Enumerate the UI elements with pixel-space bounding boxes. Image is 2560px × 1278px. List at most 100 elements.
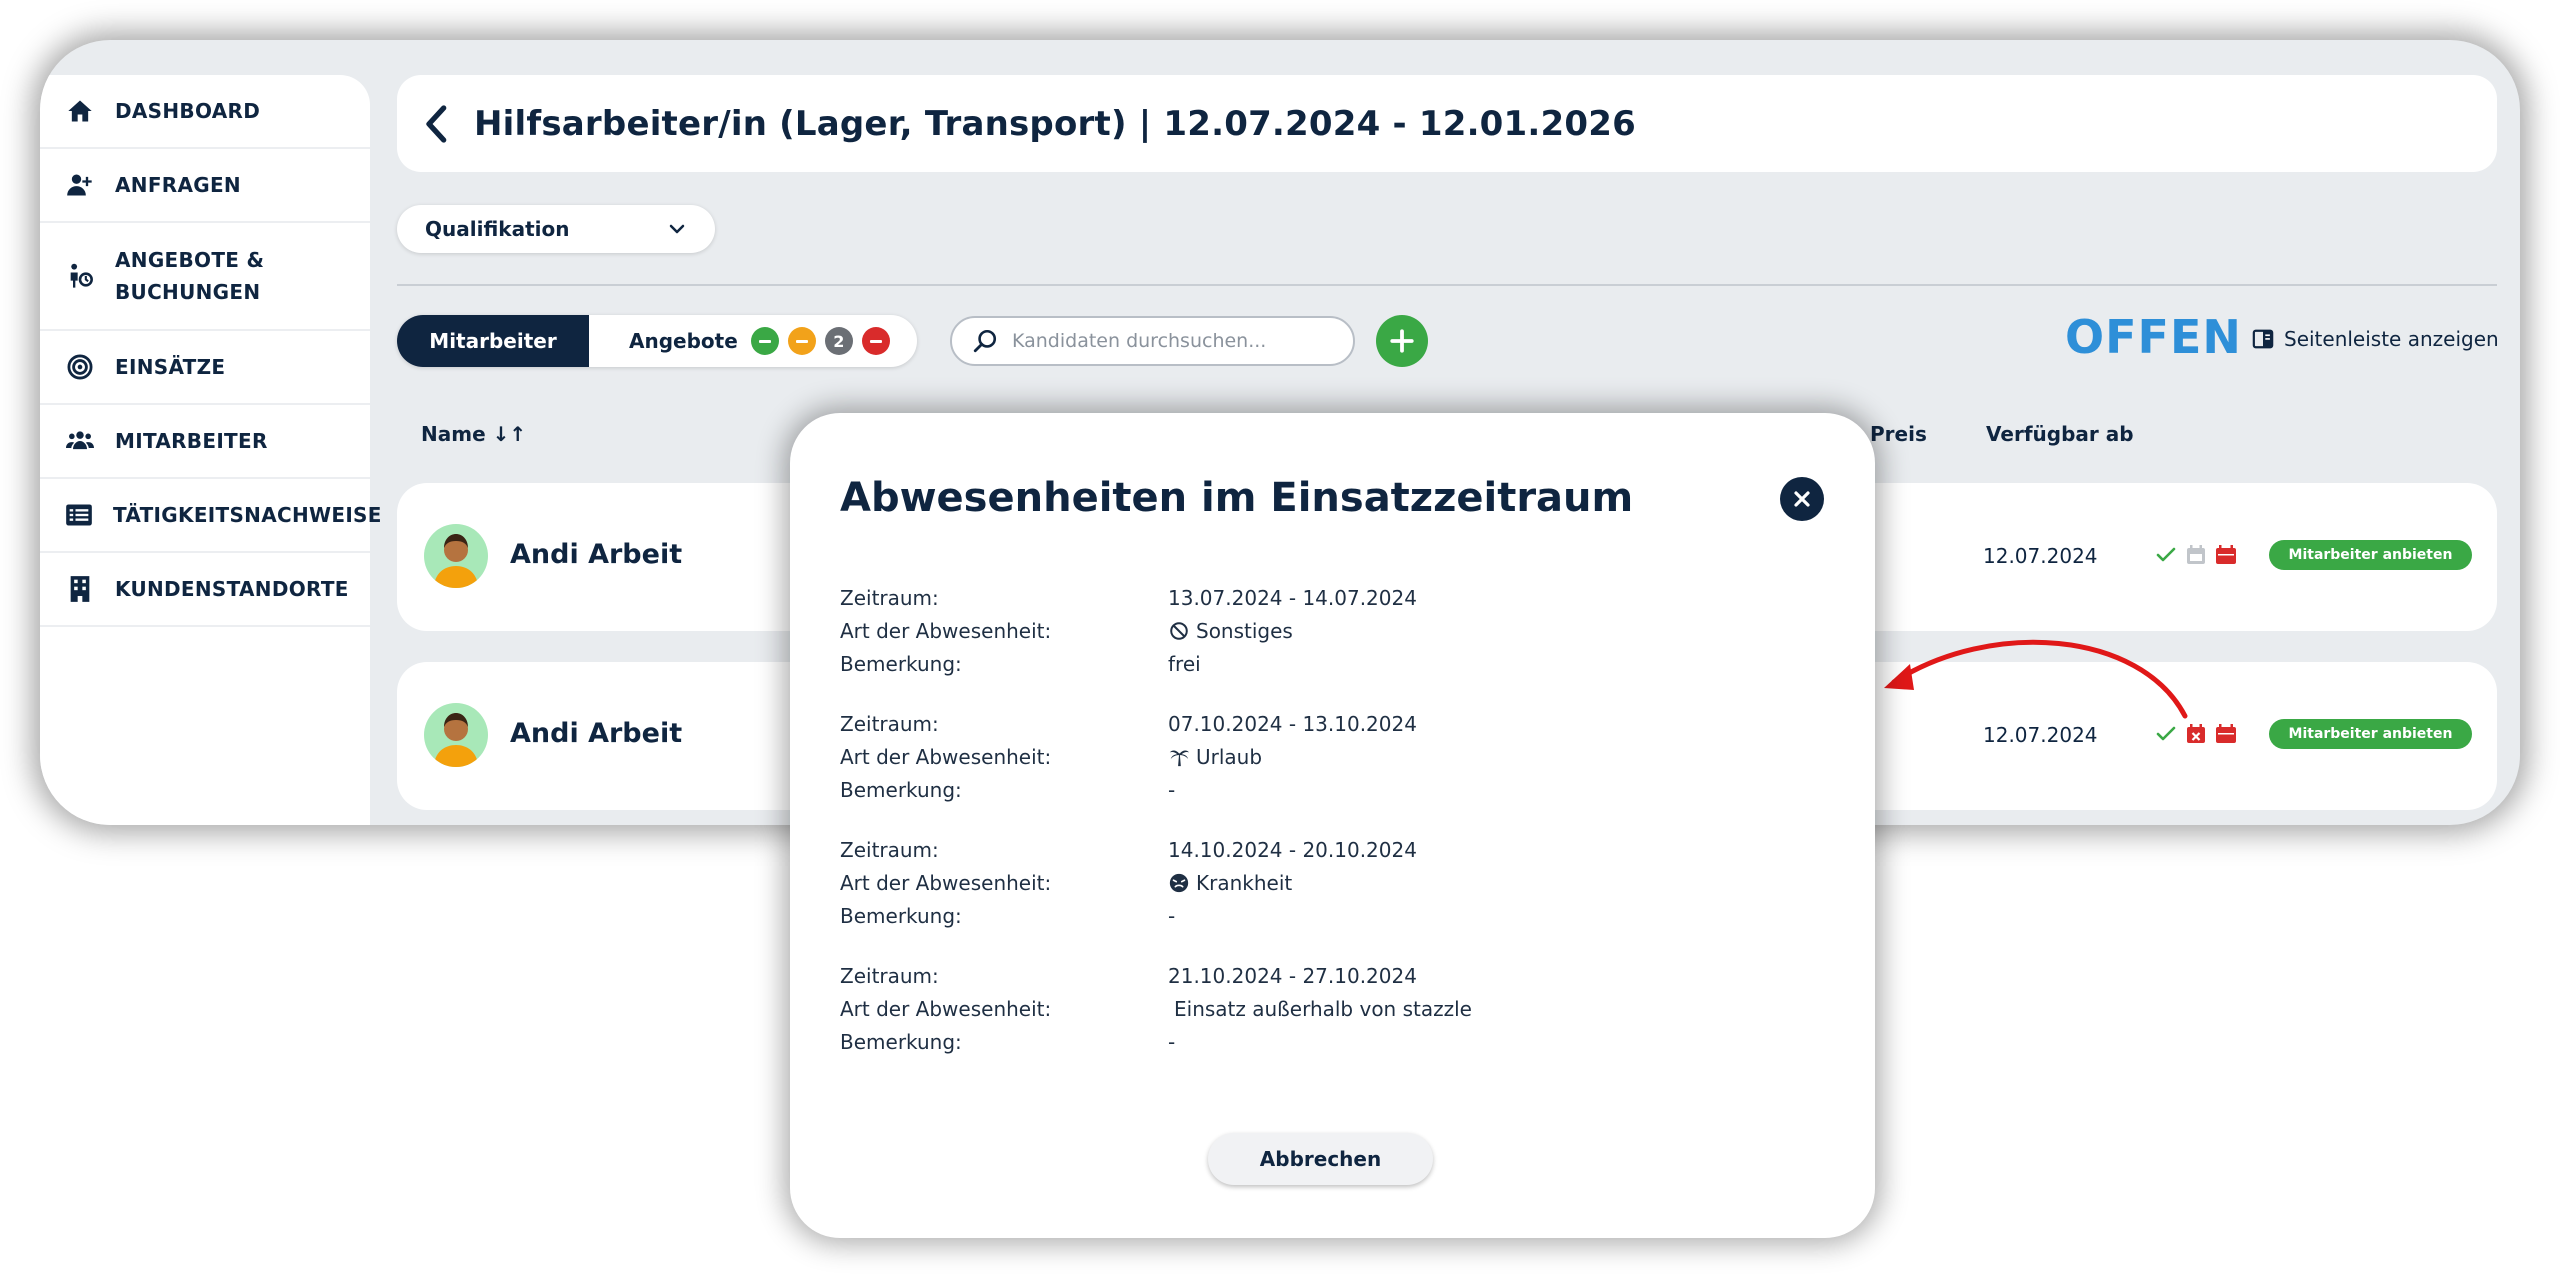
search-icon xyxy=(973,329,997,353)
view-toggle: Mitarbeiter Angebote 2 xyxy=(397,315,917,367)
list-icon xyxy=(65,500,93,530)
chevron-down-icon xyxy=(669,224,685,234)
status-badge: OFFEN xyxy=(2065,310,2242,364)
calendar-red-icon[interactable] xyxy=(2214,543,2238,567)
target-icon xyxy=(65,352,95,382)
tab-mitarbeiter[interactable]: Mitarbeiter xyxy=(397,315,589,367)
sidebar-item-mitarbeiter[interactable]: MITARBEITER xyxy=(40,405,370,479)
note-label: Bemerkung: xyxy=(840,1029,962,1054)
sidebar-item-einsaetze[interactable]: EINSÄTZE xyxy=(40,331,370,405)
note-label: Bemerkung: xyxy=(840,777,962,802)
period-value: 13.07.2024 - 14.07.2024 xyxy=(1168,585,1417,610)
period-label: Zeitraum: xyxy=(840,837,939,862)
sidebar-item-dashboard[interactable]: DASHBOARD xyxy=(40,75,370,149)
annotation-arrow-icon xyxy=(1884,639,2188,719)
note-label: Bemerkung: xyxy=(840,903,962,928)
offer-employee-button[interactable]: Mitarbeiter anbieten xyxy=(2269,719,2472,749)
close-button[interactable] xyxy=(1780,477,1824,521)
badge-count: 2 xyxy=(824,327,853,355)
period-label: Zeitraum: xyxy=(840,585,939,610)
sidebar-item-label: KUNDENSTANDORTE xyxy=(115,577,349,601)
type-label: Art der Abwesenheit: xyxy=(840,870,1052,895)
candidate-name[interactable]: Andi Arbeit xyxy=(510,718,682,749)
show-sidebar-label: Seitenleiste anzeigen xyxy=(2284,327,2499,351)
check-icon xyxy=(2156,547,2176,562)
calendar-grey-icon xyxy=(2187,545,2205,564)
column-header-preis: Preis xyxy=(1870,422,1927,446)
badge-pending xyxy=(787,327,816,355)
sidebar-item-taetigkeitsnachweise[interactable]: TÄTIGKEITSNACHWEISE xyxy=(40,479,381,553)
modal-title: Abwesenheiten im Einsatzzeitraum xyxy=(840,475,1634,521)
absence-modal: Abwesenheiten im Einsatzzeitraum Zeitrau… xyxy=(790,413,1875,1238)
sidebar-item-angebote-buchungen[interactable]: ANGEBOTE & BUCHUNGEN xyxy=(40,223,370,331)
column-header-name[interactable]: Name ↓↑ xyxy=(421,422,526,446)
absence-entry: Zeitraum: 14.10.2024 - 20.10.2024 Art der… xyxy=(840,833,1740,932)
badge-accepted xyxy=(750,327,779,355)
note-value: - xyxy=(1168,903,1176,928)
user-plus-icon xyxy=(65,170,95,200)
avatar xyxy=(424,703,488,767)
sidebar: DASHBOARD ANFRAGEN ANGEBOTE & BUCHUNGEN … xyxy=(40,75,381,825)
back-chevron-icon[interactable] xyxy=(422,104,452,144)
type-value: Krankheit xyxy=(1168,871,1292,895)
period-value: 14.10.2024 - 20.10.2024 xyxy=(1168,837,1417,862)
cancel-button[interactable]: Abbrechen xyxy=(1208,1133,1433,1185)
divider xyxy=(397,284,2497,286)
qualification-label: Qualifikation xyxy=(425,217,570,241)
note-value: - xyxy=(1168,777,1176,802)
column-header-available: Verfügbar ab xyxy=(1986,422,2134,446)
sidebar-item-label: TÄTIGKEITSNACHWEISE xyxy=(113,503,382,527)
type-text: Krankheit xyxy=(1196,870,1293,895)
type-text: Urlaub xyxy=(1196,744,1263,769)
add-candidate-button[interactable] xyxy=(1376,315,1428,367)
sidebar-item-anfragen[interactable]: ANFRAGEN xyxy=(40,149,370,223)
plus-icon xyxy=(1390,329,1414,353)
sidebar-item-label: EINSÄTZE xyxy=(115,355,226,379)
type-label: Art der Abwesenheit: xyxy=(840,996,1052,1021)
sidebar-item-label: MITARBEITER xyxy=(115,429,268,453)
sidebar-panel-icon xyxy=(2252,329,2274,349)
absence-entry: Zeitraum: 13.07.2024 - 14.07.2024 Art der… xyxy=(840,581,1740,680)
type-label: Art der Abwesenheit: xyxy=(840,618,1052,643)
avatar xyxy=(424,524,488,588)
note-value: frei xyxy=(1168,651,1201,676)
period-label: Zeitraum: xyxy=(840,711,939,736)
ban-icon xyxy=(1170,621,1188,640)
users-icon xyxy=(65,426,95,456)
type-text: Einsatz außerhalb von stazzle xyxy=(1174,996,1472,1021)
type-value: Sonstiges xyxy=(1168,619,1293,643)
note-value: - xyxy=(1168,1029,1176,1054)
note-label: Bemerkung: xyxy=(840,651,962,676)
palm-tree-icon xyxy=(1169,749,1190,766)
page-title: Hilfsarbeiter/in (Lager, Transport) | 12… xyxy=(474,103,1636,144)
search-input[interactable] xyxy=(1012,330,1332,352)
offer-employee-button[interactable]: Mitarbeiter anbieten xyxy=(2269,540,2472,570)
show-sidebar-button[interactable]: Seitenleiste anzeigen xyxy=(2252,327,2499,351)
type-value: Einsatz außerhalb von stazzle xyxy=(1168,997,1472,1021)
period-label: Zeitraum: xyxy=(840,963,939,988)
type-label: Art der Abwesenheit: xyxy=(840,744,1052,769)
period-value: 07.10.2024 - 13.10.2024 xyxy=(1168,711,1417,736)
absence-entry: Zeitraum: 07.10.2024 - 13.10.2024 Art der… xyxy=(840,707,1740,806)
candidate-name[interactable]: Andi Arbeit xyxy=(510,539,682,570)
close-icon xyxy=(1794,491,1810,507)
person-offer-icon xyxy=(65,261,95,291)
sidebar-item-label: ANGEBOTE & BUCHUNGEN xyxy=(115,248,265,304)
home-icon xyxy=(65,96,95,126)
building-icon xyxy=(65,574,95,604)
absence-entry: Zeitraum: 21.10.2024 - 27.10.2024 Art der… xyxy=(840,959,1740,1058)
sidebar-item-label: ANFRAGEN xyxy=(115,173,241,197)
calendar-red-icon[interactable] xyxy=(2214,722,2238,746)
available-date: 12.07.2024 xyxy=(1983,544,2098,568)
tab-angebote-label: Angebote xyxy=(629,329,738,353)
candidate-search[interactable] xyxy=(950,316,1355,366)
period-value: 21.10.2024 - 27.10.2024 xyxy=(1168,963,1417,988)
sidebar-item-label: DASHBOARD xyxy=(115,99,261,123)
status-icons xyxy=(2154,543,2244,567)
type-text: Sonstiges xyxy=(1196,618,1293,643)
qualification-dropdown[interactable]: Qualifikation xyxy=(397,205,715,253)
tab-angebote[interactable]: Angebote 2 xyxy=(589,315,917,367)
page-header: Hilfsarbeiter/in (Lager, Transport) | 12… xyxy=(397,75,2497,172)
sick-face-icon xyxy=(1169,873,1189,892)
sidebar-item-kundenstandorte[interactable]: KUNDENSTANDORTE xyxy=(40,553,370,627)
